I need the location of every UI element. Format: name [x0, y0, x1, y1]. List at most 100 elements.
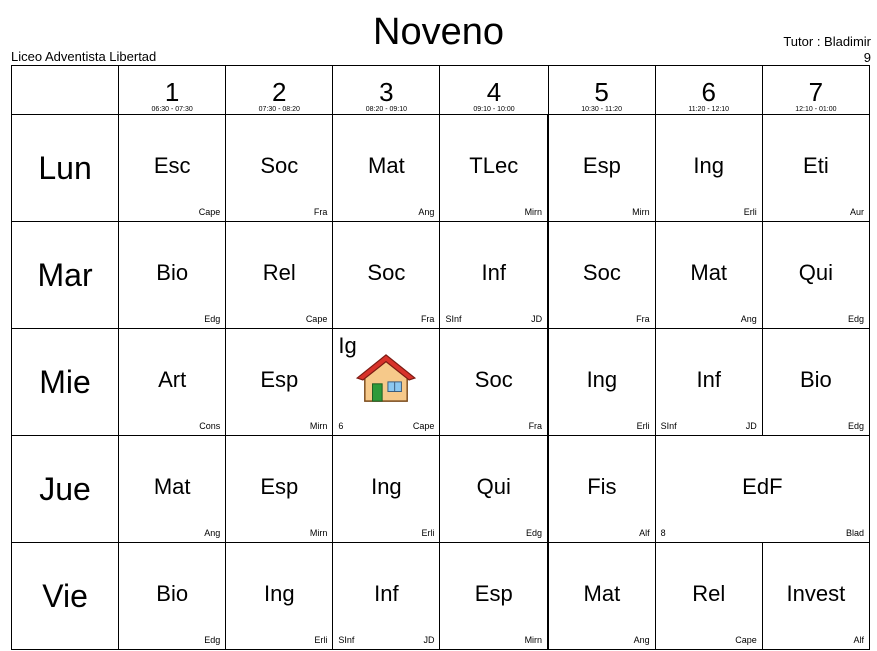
day-row-jue: Jue Mat Ang Esp Mirn Ing Erli Qui Edg Fis Alf EdF 8 B…	[10, 435, 871, 543]
subject-label: Ing	[263, 581, 295, 606]
subject-label: Esp	[260, 474, 299, 499]
subject-label: Soc	[367, 260, 406, 285]
room-label: SInf	[660, 421, 677, 431]
lesson-cell: Ing Erli	[225, 542, 334, 650]
teacher-label: Ang	[418, 207, 435, 217]
lesson-cell: Invest Alf	[761, 542, 871, 650]
subject-label: EdF	[742, 474, 783, 499]
room-label: SInf	[445, 314, 462, 324]
teacher-label: Aur	[849, 207, 864, 217]
teacher-label: JD	[423, 635, 435, 645]
period-number: 2	[272, 76, 287, 107]
day-row-vie: Vie Bio Edg Ing Erli Inf SInf JD Esp Mirn Mat Ang Re…	[10, 542, 871, 650]
lesson-cell: Esp Mirn	[439, 542, 549, 650]
subject-label: Bio	[799, 367, 832, 392]
period-number: 3	[379, 76, 394, 107]
room-label: 6	[338, 421, 344, 431]
subject-label: Soc	[582, 260, 621, 285]
corner-cell	[10, 65, 120, 115]
day-row-lun: Lun Esc Cape Soc Fra Mat Ang TLec Mirn Esp Mirn Ing…	[10, 114, 871, 222]
lesson-cell: Esp Mirn	[225, 435, 334, 543]
subject-label: Mat	[368, 153, 405, 178]
lesson-cell: Ing Erli	[547, 328, 656, 436]
subject-label: Rel	[262, 260, 296, 285]
teacher-label: Alf	[639, 528, 650, 538]
day-label: Vie	[10, 542, 120, 650]
timetable: 1 06:30 - 07:30 2 07:30 - 08:20 3 08:20 - 09:…	[10, 65, 871, 650]
timetable-body: Lun Esc Cape Soc Fra Mat Ang TLec Mirn Esp Mirn Ing…	[10, 114, 871, 650]
teacher-label: Mirn	[524, 635, 543, 645]
period-header-3: 3 08:20 - 09:10	[332, 65, 441, 115]
lesson-cell: Mat Ang	[332, 114, 441, 222]
teacher-label: JD	[531, 314, 543, 324]
period-number: 5	[594, 76, 609, 107]
day-label: Lun	[10, 114, 120, 222]
subject-label: Eti	[803, 153, 829, 178]
teacher-label: Edg	[204, 314, 221, 324]
subject-label: Mat	[690, 260, 728, 285]
lesson-cell: Bio Edg	[118, 542, 227, 650]
day-label: Mie	[10, 328, 120, 436]
subject-label: Esc	[153, 153, 191, 178]
group-number: 9	[863, 50, 871, 65]
subject-label: Mat	[583, 581, 621, 606]
teacher-label: Ang	[740, 314, 757, 324]
teacher-label: Cape	[735, 635, 757, 645]
teacher-label: Edg	[204, 635, 221, 645]
subject-label: Esp	[260, 367, 299, 392]
day-row-mar: Mar Bio Edg Rel Cape Soc Fra Inf SInf JD Soc Fra Mat…	[10, 221, 871, 329]
lesson-cell: Ig 6 Cape	[332, 328, 441, 436]
lesson-cell: Rel Cape	[225, 221, 334, 329]
teacher-label: Cape	[305, 314, 328, 324]
period-time: 08:20 - 09:10	[365, 105, 408, 113]
subject-label: Esp	[582, 153, 621, 178]
subject-label: Mat	[153, 474, 191, 499]
teacher-label: Ang	[204, 528, 221, 538]
page-title: Noveno	[373, 11, 504, 53]
lesson-cell: Bio Edg	[761, 328, 871, 436]
subject-label: Qui	[798, 260, 834, 285]
teacher-label: Fra	[313, 207, 328, 217]
period-header-7: 7 12:10 - 01:00	[761, 65, 871, 115]
lesson-cell: Mat Ang	[654, 221, 763, 329]
period-number: 7	[808, 76, 824, 107]
teacher-label: Mirn	[632, 207, 650, 217]
lesson-cell: Esc Cape	[118, 114, 227, 222]
lesson-cell: TLec Mirn	[439, 114, 549, 222]
teacher-label: Edg	[526, 528, 543, 538]
subject-label: Qui	[476, 474, 511, 499]
lesson-cell: Mat Ang	[118, 435, 227, 543]
period-time: 10:30 - 11:20	[581, 105, 622, 113]
teacher-label: Edg	[847, 421, 864, 431]
subject-label: Ig	[338, 333, 357, 358]
teacher-label: Edg	[847, 314, 864, 324]
period-header-5: 5 10:30 - 11:20	[547, 65, 656, 115]
tutor-info: Tutor : Bladimir 9	[783, 34, 871, 66]
teacher-label: Mirn	[524, 207, 543, 217]
teacher-label: Erli	[636, 421, 650, 431]
subject-label: Esp	[474, 581, 513, 606]
period-time: 07:30 - 08:20	[258, 105, 300, 113]
teacher-label: Blad	[845, 528, 864, 538]
subject-label: Inf	[696, 367, 721, 392]
lesson-cell: Inf SInf JD	[332, 542, 441, 650]
room-label: SInf	[338, 635, 355, 645]
teacher-label: Alf	[853, 635, 864, 645]
lesson-cell: Mat Ang	[547, 542, 656, 650]
period-number: 1	[164, 76, 180, 107]
house-icon	[355, 353, 417, 405]
teacher-label: Cape	[412, 421, 435, 431]
lesson-cell: Esp Mirn	[225, 328, 334, 436]
period-header-row: 1 06:30 - 07:30 2 07:30 - 08:20 3 08:20 - 09:…	[10, 65, 871, 115]
period-time: 09:10 - 10:00	[473, 105, 515, 113]
lesson-cell: Inf SInf JD	[439, 221, 549, 329]
subject-label: Soc	[474, 367, 513, 392]
subject-label: Bio	[156, 260, 189, 285]
lesson-cell: EdF 8 Blad	[654, 435, 871, 543]
subject-label: Inf	[374, 581, 399, 606]
period-header-1: 1 06:30 - 07:30	[118, 65, 227, 115]
teacher-label: Erli	[743, 207, 757, 217]
teacher-label: JD	[745, 421, 757, 431]
period-header-6: 6 11:20 - 12:10	[654, 65, 763, 115]
period-time: 11:20 - 12:10	[688, 105, 730, 113]
